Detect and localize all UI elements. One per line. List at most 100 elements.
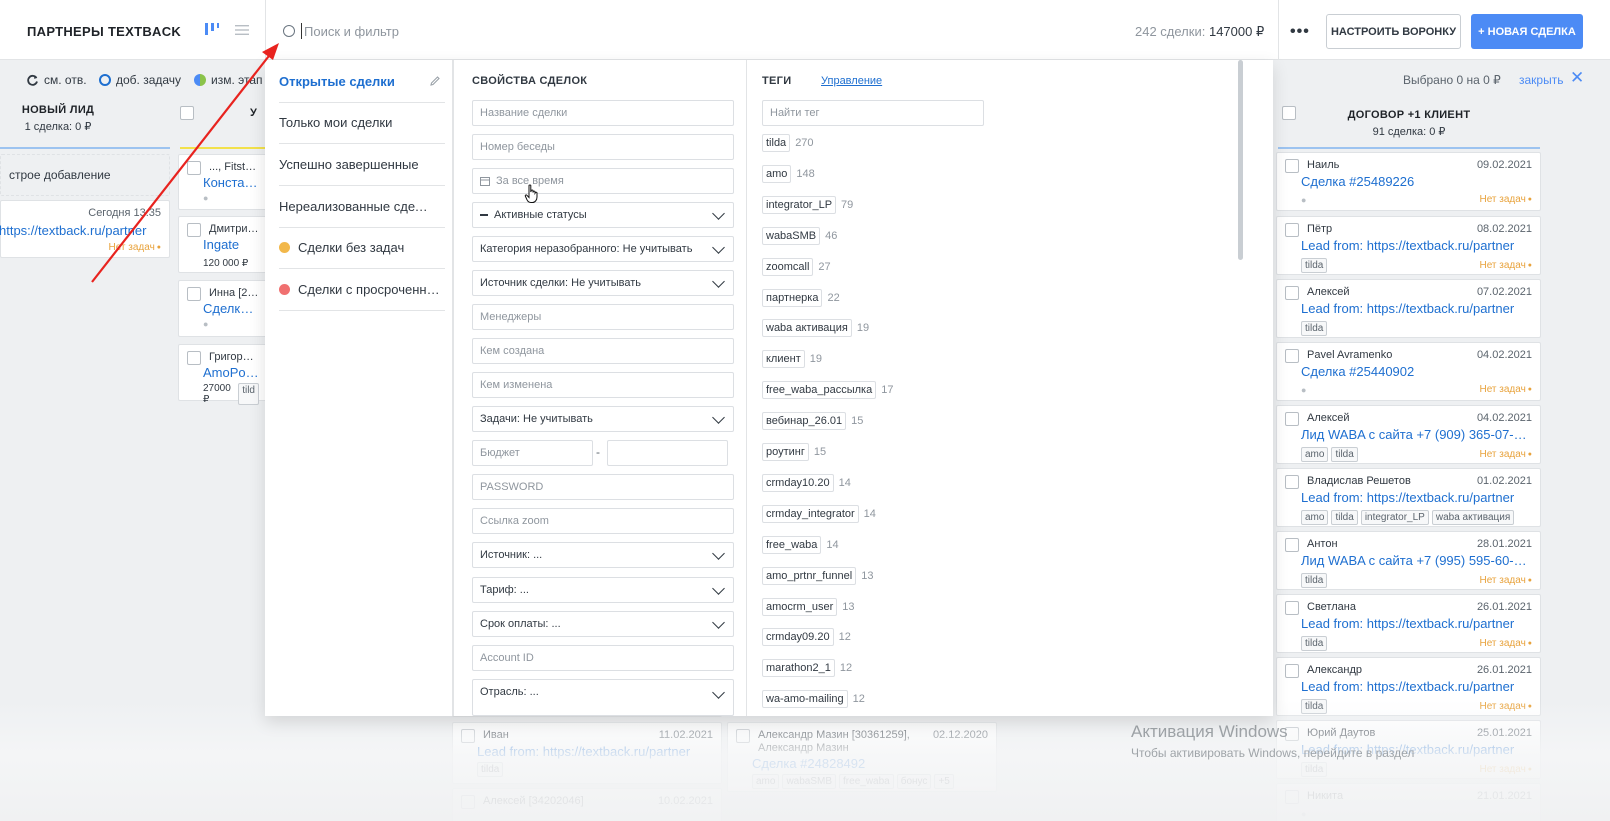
card-link[interactable]: https://textback.ru/partner [0, 223, 161, 238]
deal-card[interactable]: Григорий Да AmoPoint 27000 ₽ tild [178, 344, 268, 405]
tag-filter-item[interactable]: клиент 19 [762, 350, 822, 369]
deal-card[interactable]: Светлана 26.01.2021 Lead from: https://tex… [1276, 594, 1541, 653]
card-link[interactable]: Сделка #2 [203, 301, 259, 316]
account-id-field[interactable] [472, 645, 734, 671]
tag-filter-item[interactable]: marathon2_1 12 [762, 659, 852, 678]
deal-card[interactable]: Никита 21.01.2021 ● [1276, 783, 1541, 821]
card-link[interactable]: Lead from: https://textback.ru/partner [1301, 490, 1532, 505]
password-field[interactable] [472, 474, 734, 500]
deal-source-select[interactable]: Источник сделки: Не учитывать [472, 270, 734, 296]
deal-card[interactable]: Антон 28.01.2021 Лид WABA с сайта +7 (995)… [1276, 531, 1541, 590]
deal-name-input[interactable] [480, 107, 726, 119]
source-select[interactable]: Источник: ... [472, 542, 734, 568]
more-menu-button[interactable]: ••• [1290, 23, 1310, 41]
preset-my-deals[interactable]: Только мои сделки [279, 101, 445, 144]
card-checkbox[interactable] [187, 161, 201, 175]
card-checkbox[interactable] [736, 729, 750, 743]
quick-add-card[interactable]: строе добавление [0, 154, 170, 196]
managers-field[interactable] [472, 304, 734, 330]
tag-filter-item[interactable]: crmday09.20 12 [762, 628, 851, 647]
card-link[interactable]: Сделка #25489226 [1301, 174, 1532, 189]
card-link[interactable]: Лид WABA с сайта +7 (995) 595-60-70 со..… [1301, 553, 1532, 568]
deal-card[interactable]: Дмитрий Аг Ingate 120 000 ₽ [178, 216, 268, 273]
preset-no-tasks[interactable]: Сделки без задач [279, 226, 445, 269]
tags-manage-link[interactable]: Управление [821, 75, 882, 87]
managers-input[interactable] [480, 311, 726, 323]
deal-card[interactable]: Pavel Avramenko 04.02.2021 Сделка #2544090… [1276, 342, 1541, 401]
card-link[interactable]: Сделка #24828492 [752, 756, 988, 771]
new-deal-button[interactable]: + НОВАЯ СДЕЛКА [1471, 14, 1583, 49]
tag-search-field[interactable] [762, 100, 984, 126]
industry-select[interactable]: Отрасль: ... [472, 679, 734, 716]
card-link[interactable]: AmoPoint [203, 365, 259, 380]
date-range-field[interactable]: За все время [472, 168, 734, 194]
card-checkbox[interactable] [187, 223, 201, 237]
account-id-input[interactable] [480, 652, 726, 664]
card-link[interactable]: Ingate [203, 237, 259, 252]
tag-filter-item[interactable]: zoomcall 27 [762, 257, 831, 276]
kanban-view-icon[interactable] [204, 22, 220, 36]
budget-to-input[interactable] [615, 447, 720, 459]
changed-by-field[interactable] [472, 372, 734, 398]
card-link[interactable]: Lead from: https://textback.ru/partner [1301, 238, 1532, 253]
tasks-select[interactable]: Задачи: Не учитывать [472, 406, 734, 432]
zoom-link-field[interactable] [472, 508, 734, 534]
close-link[interactable]: закрыть [1519, 73, 1563, 87]
pencil-icon[interactable] [429, 75, 441, 87]
tag-filter-item[interactable]: tilda 270 [762, 134, 814, 152]
password-input[interactable] [480, 481, 726, 493]
card-link[interactable]: Lead from: https://textback.ru/partner [477, 744, 713, 759]
tag-filter-item[interactable]: вебинар_26.01 15 [762, 412, 863, 431]
card-checkbox[interactable] [1285, 664, 1299, 678]
budget-from-input[interactable] [480, 447, 585, 459]
card-checkbox[interactable] [187, 287, 201, 301]
deal-card[interactable]: Наиль 09.02.2021 Сделка #25489226 ● Нет зада… [1276, 152, 1541, 211]
deal-card[interactable]: ..., Fitstars Константин ● [178, 154, 268, 210]
card-checkbox[interactable] [461, 729, 475, 743]
card-link[interactable]: Lead from: https://textback.ru/partner [1301, 301, 1532, 316]
change-stage-action[interactable]: изм. этап [194, 73, 263, 87]
card-link[interactable]: Сделка #25440902 [1301, 364, 1532, 379]
deal-card[interactable]: Алексей 04.02.2021 Лид WABA с сайта +7 (90… [1276, 405, 1541, 464]
change-responsible-action[interactable]: см. отв. [26, 73, 87, 87]
card-link[interactable]: Lead from: https://textback.ru/partner [1301, 616, 1532, 631]
column-select-checkbox[interactable] [180, 106, 194, 120]
card-checkbox[interactable] [187, 351, 201, 365]
deal-card[interactable]: Пётр 08.02.2021 Lead from: https://textbac… [1276, 216, 1541, 275]
chat-number-input[interactable] [480, 141, 726, 153]
tag-filter-item[interactable]: crmday_integrator 14 [762, 504, 876, 523]
deal-card[interactable]: Александр Мазин [30361259], Александр Ма… [727, 722, 997, 792]
tag-filter-item[interactable]: free_waba 14 [762, 535, 839, 554]
deal-card[interactable]: Владислав Решетов 01.02.2021 Lead from: ht… [1276, 468, 1541, 527]
pipeline-title[interactable]: ПАРТНЕРЫ TEXTBACK [27, 24, 181, 39]
deal-card[interactable]: Александр 26.01.2021 Lead from: https://te… [1276, 657, 1541, 716]
search-input[interactable] [304, 21, 804, 41]
deal-card[interactable]: Иван 11.02.2021 Lead from: https://textba… [452, 722, 722, 784]
deal-name-field[interactable] [472, 100, 734, 126]
card-checkbox[interactable] [461, 795, 475, 809]
card-checkbox[interactable] [1285, 790, 1299, 804]
card-checkbox[interactable] [1285, 223, 1299, 237]
deal-card[interactable]: Алексей [34202046] 10.02.2021 [452, 788, 722, 821]
tag-search-input[interactable] [770, 107, 976, 119]
list-view-icon[interactable] [235, 24, 249, 36]
deal-card[interactable]: Инна [2892 Сделка #2 ● [178, 280, 268, 337]
panel-scrollbar[interactable] [1238, 60, 1243, 260]
payment-term-select[interactable]: Срок оплаты: ... [472, 611, 734, 637]
close-icon[interactable]: ✕ [1570, 69, 1584, 86]
deal-card[interactable]: Алексей 07.02.2021 Lead from: https://text… [1276, 279, 1541, 338]
card-link[interactable]: Лид WABA с сайта +7 (909) 365-07-03 со..… [1301, 427, 1532, 442]
tag-filter-item[interactable]: free_waba_рассылка 17 [762, 381, 893, 400]
tag-filter-item[interactable]: integrator_LP 79 [762, 195, 853, 214]
configure-funnel-button[interactable]: НАСТРОИТЬ ВОРОНКУ [1326, 14, 1461, 49]
category-select[interactable]: Категория неразобранного: Не учитывать [472, 236, 734, 262]
tag-filter-item[interactable]: wa-amo-mailing 12 [762, 690, 865, 709]
active-statuses-select[interactable]: Активные статусы [472, 202, 734, 228]
tag-filter-item[interactable]: amocrm_user 13 [762, 597, 855, 616]
budget-to-field[interactable] [607, 440, 728, 466]
preset-open-deals[interactable]: Открытые сделки [279, 60, 445, 103]
created-by-field[interactable] [472, 338, 734, 364]
tag-filter-item[interactable]: crmday10.20 14 [762, 473, 851, 492]
tag-filter-item[interactable]: amo 148 [762, 164, 815, 183]
tag-filter-item[interactable]: роутинг 15 [762, 443, 826, 461]
